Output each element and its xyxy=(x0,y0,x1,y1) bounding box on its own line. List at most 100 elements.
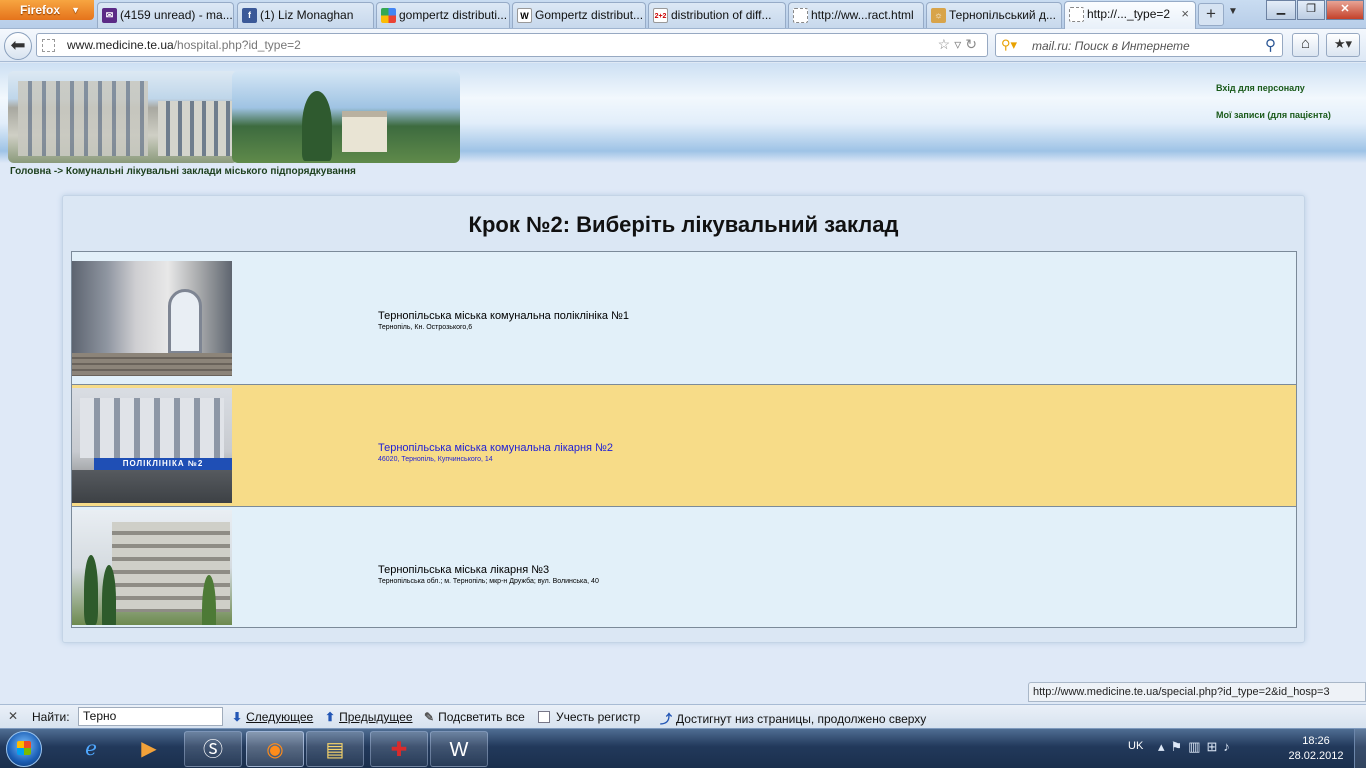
hospital-row[interactable]: Тернопільська міська лікарня №3 Тернопіл… xyxy=(72,507,1296,629)
url-bar[interactable]: www.medicine.te.ua/hospital.php?id_type=… xyxy=(36,33,988,57)
highlight-all-label: Подсветить все xyxy=(438,710,525,724)
site-identity-icon[interactable] xyxy=(42,39,55,52)
tab-label: gompertz distributi... xyxy=(399,8,508,22)
tab-ternopil[interactable]: ☼ Тернопільський д... xyxy=(926,2,1062,28)
match-case-checkbox[interactable]: Учесть регистр xyxy=(538,710,640,724)
show-desktop-button[interactable] xyxy=(1354,729,1366,768)
tab-label: http://..._type=2 xyxy=(1087,7,1171,21)
list-tabs-icon[interactable]: ▼ xyxy=(1228,6,1238,17)
search-engine-icon[interactable]: ⚲▾ xyxy=(1001,37,1017,53)
highlighter-icon: ✎ xyxy=(424,710,435,724)
close-findbar-icon[interactable]: ✕ xyxy=(8,709,18,723)
maximize-button[interactable]: ❐ xyxy=(1297,0,1325,20)
firefox-icon[interactable]: ◉ xyxy=(246,731,304,767)
find-input[interactable]: Терно xyxy=(78,707,223,726)
hospital-address: Тернопіль, Кн. Острозького,6 xyxy=(378,324,473,331)
new-tab-button[interactable]: + xyxy=(1198,3,1224,26)
clock-time: 18:26 xyxy=(1302,735,1330,747)
word-icon[interactable]: W xyxy=(430,731,488,767)
url-text: www.medicine.te.ua/hospital.php?id_type=… xyxy=(67,38,301,52)
find-next-button[interactable]: ⬇ Следующее xyxy=(232,710,313,724)
hospital-photo[interactable] xyxy=(72,261,232,376)
header-photo-park xyxy=(232,71,460,163)
tab-abstract[interactable]: http://ww...ract.html xyxy=(788,2,924,28)
photo-door xyxy=(168,289,202,354)
site-icon: ☼ xyxy=(931,8,946,23)
hospital-address: 46020, Тернопіль, Купчинського, 14 xyxy=(378,456,493,463)
search-icon[interactable]: ⚲ xyxy=(1265,36,1276,54)
chevron-down-icon: ▼ xyxy=(71,5,80,15)
ie-icon[interactable]: ℯ xyxy=(62,731,120,767)
hospital-row[interactable]: Тернопільська міська комунальна поліклін… xyxy=(72,252,1296,385)
minimize-button[interactable]: ▁ xyxy=(1266,0,1296,20)
tray-icons: ▴⚑▥⊞♪ xyxy=(1158,739,1236,755)
start-button[interactable] xyxy=(6,731,42,767)
find-status-message: Достигнут низ страницы, продолжено сверх… xyxy=(676,712,927,726)
show-hidden-icons[interactable]: ▴ xyxy=(1158,739,1171,754)
find-previous-button[interactable]: ⬆ Предыдущее xyxy=(325,710,413,724)
tab-math[interactable]: 2+2 distribution of diff... xyxy=(648,2,786,28)
explorer-icon[interactable]: ▤ xyxy=(306,731,364,767)
url-path: /hospital.php?id_type=2 xyxy=(173,38,301,52)
device-icon[interactable]: ▥ xyxy=(1188,739,1206,754)
tab-label: http://ww...ract.html xyxy=(811,8,914,22)
photo-sign: ПОЛІКЛІНІКА №2 xyxy=(94,458,232,470)
windows-taskbar: ℯ ▶ Ⓢ ◉ ▤ ✚ W UK ▴⚑▥⊞♪ 18:26 28.02.2012 xyxy=(0,728,1366,768)
tab-yahoo-mail[interactable]: ✉ (4159 unread) - ma... xyxy=(97,2,234,28)
volume-icon[interactable]: ♪ xyxy=(1223,739,1236,754)
tab-current[interactable]: http://..._type=2 × xyxy=(1064,1,1196,29)
language-indicator[interactable]: UK xyxy=(1128,740,1143,752)
site-header: Вхід для персоналу Мої записи (для паціє… xyxy=(0,63,1366,163)
close-tab-icon[interactable]: × xyxy=(1181,2,1189,26)
hospital-name[interactable]: Тернопільська міська комунальна поліклін… xyxy=(378,310,629,322)
back-button[interactable]: ⬅ xyxy=(4,32,32,60)
photo-tree xyxy=(84,555,98,625)
skype-icon[interactable]: Ⓢ xyxy=(184,731,242,767)
bookmark-star-icon[interactable]: ☆ xyxy=(938,36,955,52)
header-links: Вхід для персоналу Мої записи (для паціє… xyxy=(1216,83,1331,137)
dropdown-icon[interactable]: ▿ xyxy=(954,36,965,52)
find-status: ⤴ Достигнут низ страницы, продолжено свер… xyxy=(660,710,926,727)
find-previous-label: Предыдущее xyxy=(339,710,413,724)
tab-bar: Firefox ▼ ✉ (4159 unread) - ma... f (1) … xyxy=(0,0,1366,29)
reload-icon[interactable]: ↻ xyxy=(965,36,981,52)
hospital-name[interactable]: Тернопільська міська комунальна лікарня … xyxy=(378,442,613,454)
navigation-bar: ⬅ www.medicine.te.ua/hospital.php?id_typ… xyxy=(0,29,1366,62)
hospital-name[interactable]: Тернопільська міська лікарня №3 xyxy=(378,564,549,576)
media-player-icon[interactable]: ▶ xyxy=(120,731,178,767)
wikipedia-icon: W xyxy=(517,8,532,23)
tab-google-search[interactable]: gompertz distributi... xyxy=(376,2,510,28)
breadcrumb[interactable]: Головна -> Комунальні лікувальні заклади… xyxy=(10,166,356,177)
home-button[interactable]: ⌂ xyxy=(1292,33,1319,57)
checkbox-box[interactable] xyxy=(538,711,550,723)
find-bar: ✕ Найти: Терно ⬇ Следующее ⬆ Предыдущее ✎ П… xyxy=(0,704,1366,728)
photo-entrance xyxy=(72,470,232,503)
tab-facebook[interactable]: f (1) Liz Monaghan xyxy=(237,2,374,28)
highlight-all-button[interactable]: ✎ Подсветить все xyxy=(424,710,525,724)
page-title: Крок №2: Виберіть лікувальний заклад xyxy=(468,212,899,237)
tab-label: distribution of diff... xyxy=(671,8,772,22)
close-window-button[interactable]: ✕ xyxy=(1326,0,1364,20)
hospital-address: Тернопільська обл.; м. Тернопіль; мкр-н … xyxy=(378,578,599,585)
my-records-link[interactable]: Мої записи (для пацієнта) xyxy=(1216,110,1331,120)
hospital-row[interactable]: ПОЛІКЛІНІКА №2 Тернопільська міська кому… xyxy=(72,385,1296,507)
photo-tree xyxy=(102,565,116,625)
hospital-photo[interactable] xyxy=(72,510,232,625)
search-bar[interactable]: ⚲▾ mail.ru: Поиск в Интернете ⚲ xyxy=(995,33,1283,57)
hospital-selection-panel: Крок №2: Виберіть лікувальний заклад Тер… xyxy=(62,195,1305,643)
arrow-down-icon: ⬇ xyxy=(232,710,243,724)
tab-wikipedia[interactable]: W Gompertz distribut... xyxy=(512,2,646,28)
network-icon[interactable]: ⊞ xyxy=(1206,739,1223,754)
blank-page-icon xyxy=(1069,7,1084,22)
staff-login-link[interactable]: Вхід для персоналу xyxy=(1216,83,1331,93)
arrow-up-icon: ⬆ xyxy=(325,710,336,724)
bookmarks-button[interactable]: ★▾ xyxy=(1326,33,1360,57)
app-icon[interactable]: ✚ xyxy=(370,731,428,767)
action-center-icon[interactable]: ⚑ xyxy=(1171,739,1189,754)
system-tray: UK ▴⚑▥⊞♪ 18:26 28.02.2012 xyxy=(1120,729,1366,768)
hospital-photo[interactable]: ПОЛІКЛІНІКА №2 xyxy=(72,388,232,503)
tab-label: Тернопільський д... xyxy=(949,8,1056,22)
clock[interactable]: 18:26 28.02.2012 xyxy=(1286,734,1346,764)
firefox-menu-button[interactable]: Firefox ▼ xyxy=(0,0,94,20)
web-page: Вхід для персоналу Мої записи (для паціє… xyxy=(0,63,1366,703)
